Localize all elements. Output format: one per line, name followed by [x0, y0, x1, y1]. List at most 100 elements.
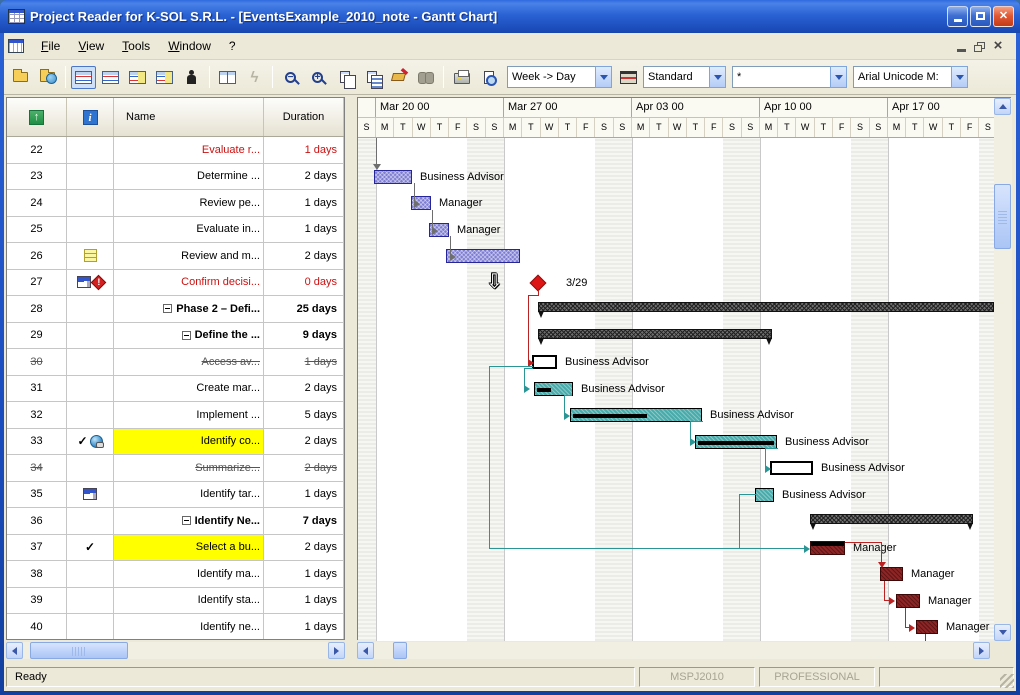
gantt-bar[interactable] [695, 435, 777, 449]
view-tracking-button[interactable] [98, 66, 123, 89]
view-resource-sheet-button[interactable] [125, 66, 150, 89]
scroll-right-button[interactable] [328, 642, 345, 659]
titlebar[interactable]: Project Reader for K-SOL S.R.L. - [Event… [0, 0, 1020, 33]
gantt-bar[interactable] [896, 594, 920, 608]
chevron-down-icon[interactable] [595, 66, 612, 88]
menu-item-help[interactable]: ? [220, 35, 245, 57]
mdi-document-icon[interactable] [8, 39, 24, 53]
table-row[interactable]: 28Phase 2 – Defi...25 days [7, 296, 344, 323]
table-row[interactable]: 34Summarize...2 days [7, 455, 344, 482]
gantt-bar[interactable] [880, 567, 903, 581]
gantt-bar[interactable] [770, 461, 813, 475]
format-painter-button[interactable] [386, 66, 411, 89]
gantt-vscrollbar[interactable] [994, 98, 1012, 641]
scroll-down-button[interactable] [994, 624, 1011, 641]
maximize-button[interactable] [970, 6, 991, 27]
table-row[interactable]: 23Determine ...2 days [7, 164, 344, 191]
links-button[interactable]: ϟ [242, 66, 267, 89]
gantt-bar[interactable] [810, 514, 973, 524]
scroll-right-button[interactable] [973, 642, 990, 659]
table-row[interactable]: 30Access av...1 days [7, 349, 344, 376]
mdi-minimize-button[interactable] [957, 43, 966, 52]
gantt-bar[interactable] [534, 382, 573, 396]
print-preview-button[interactable] [476, 66, 501, 89]
hscroll-thumb[interactable] [30, 642, 128, 659]
gantt-bar[interactable] [570, 408, 702, 422]
split-view-button[interactable] [215, 66, 240, 89]
table-row[interactable]: 32Implement ...5 days [7, 402, 344, 429]
task-name-cell: Identify ne... [114, 614, 264, 640]
copy-button[interactable] [332, 66, 357, 89]
view-task-usage-button[interactable] [152, 66, 177, 89]
milestone-diamond[interactable] [530, 274, 547, 291]
gantt-bar[interactable] [538, 329, 772, 339]
chevron-down-icon[interactable] [709, 66, 726, 88]
collapse-box-icon[interactable] [163, 304, 172, 313]
table-row[interactable]: 31Create mar...2 days [7, 376, 344, 403]
table-row[interactable]: 38Identify ma...1 days [7, 561, 344, 588]
vscroll-thumb[interactable] [994, 184, 1011, 249]
table-row[interactable]: 37✓Select a bu...2 days [7, 535, 344, 562]
table-row[interactable]: 36Identify Ne...7 days [7, 508, 344, 535]
chevron-down-icon[interactable] [830, 66, 847, 88]
table-row[interactable]: 29Define the ...9 days [7, 323, 344, 350]
mdi-restore-button[interactable] [974, 45, 982, 52]
menu-item-window[interactable]: Window [159, 35, 220, 57]
column-header-id[interactable]: ↑ [7, 98, 67, 136]
scroll-left-button[interactable] [357, 642, 374, 659]
zoom-in-button[interactable]: + [305, 66, 330, 89]
hscroll-thumb[interactable] [393, 642, 407, 659]
menu-item-tools[interactable]: Tools [113, 35, 159, 57]
close-button[interactable]: ✕ [993, 6, 1014, 27]
menu-item-file[interactable]: File [32, 35, 69, 57]
table-row[interactable]: 22Evaluate r...1 days [7, 137, 344, 164]
table-row[interactable]: 26Review and m...2 days [7, 243, 344, 270]
timescale-combo[interactable]: Week -> Day [507, 66, 612, 88]
mdi-close-button[interactable]: × [990, 39, 1006, 53]
table-row[interactable]: 33✓Identify co...2 days [7, 429, 344, 456]
gantt-bar[interactable] [916, 620, 938, 634]
table-row[interactable]: 27Confirm decisi...0 days [7, 270, 344, 297]
font-combo[interactable]: Arial Unicode M: [853, 66, 968, 88]
connector-arrow-icon [878, 562, 886, 568]
resize-grip[interactable] [1000, 674, 1014, 688]
zoom-out-button[interactable]: − [278, 66, 303, 89]
gantt-bar[interactable] [755, 488, 774, 502]
open-web-button[interactable] [35, 66, 60, 89]
search-combo[interactable]: * [732, 66, 847, 88]
gantt-hscrollbar[interactable] [357, 642, 990, 659]
column-header-indicators[interactable]: i [67, 98, 114, 136]
table-row[interactable]: 24Review pe...1 days [7, 190, 344, 217]
chevron-down-icon[interactable] [951, 66, 968, 88]
gantt-bar[interactable] [810, 541, 845, 555]
open-button[interactable] [8, 66, 33, 89]
collapse-box-icon[interactable] [182, 331, 191, 340]
gantt-chart[interactable]: Business AdvisorManagerManagerBusiness A… [358, 138, 994, 641]
pane-splitter[interactable] [345, 95, 357, 661]
gantt-bar[interactable] [446, 249, 520, 263]
copy-picture-button[interactable] [359, 66, 384, 89]
find-button[interactable] [413, 66, 438, 89]
minimize-button[interactable] [947, 6, 968, 27]
print-button[interactable] [449, 66, 474, 89]
view-gantt-button[interactable] [71, 66, 96, 89]
filter-combo[interactable]: Standard [643, 66, 726, 88]
column-header-duration[interactable]: Duration [264, 98, 344, 136]
table-row[interactable]: 25Evaluate in...1 days [7, 217, 344, 244]
collapse-box-icon[interactable] [182, 516, 191, 525]
table-row[interactable]: 39Identify sta...1 days [7, 588, 344, 615]
timescale-week-row[interactable]: Mar 20 00Mar 27 00Apr 03 00Apr 10 00Apr … [358, 98, 994, 118]
timescale-day-row[interactable]: SMTWTFSSMTWTFSSMTWTFSSMTWTFSSMTWTFSS [358, 118, 994, 138]
gantt-bar[interactable] [538, 302, 994, 312]
gantt-bar[interactable] [532, 355, 557, 369]
warning-icon [90, 274, 106, 290]
table-row[interactable]: 35Identify tar...1 days [7, 482, 344, 509]
menu-item-view[interactable]: View [69, 35, 113, 57]
scroll-left-button[interactable] [6, 642, 23, 659]
view-resource-graph-button[interactable] [179, 66, 204, 89]
scroll-up-button[interactable] [994, 98, 1011, 115]
column-header-name[interactable]: Name [114, 98, 264, 136]
gantt-bar[interactable] [374, 170, 412, 184]
table-hscrollbar[interactable] [6, 642, 345, 659]
table-row[interactable]: 40Identify ne...1 days [7, 614, 344, 640]
